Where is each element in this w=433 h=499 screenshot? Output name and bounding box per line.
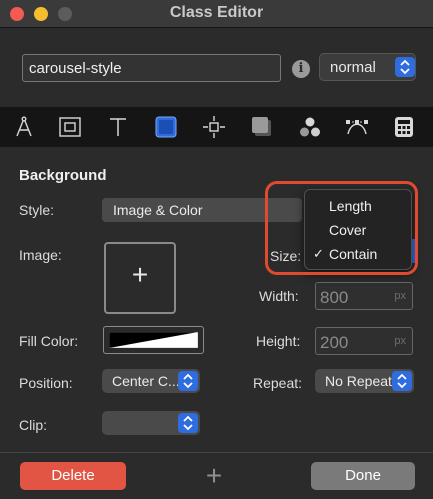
menu-item-cover[interactable]: Cover (305, 219, 413, 241)
width-value: 800 (320, 288, 349, 307)
chevron-updown-icon (395, 57, 415, 77)
typography-icon[interactable] (106, 115, 130, 139)
menu-item-label: Cover (329, 222, 367, 238)
chevron-updown-icon (178, 413, 198, 433)
clip-select[interactable] (102, 411, 200, 435)
image-label: Image: (19, 247, 62, 263)
class-editor-window: Class Editor i normal (0, 0, 433, 499)
style-select[interactable]: Image & Color (102, 198, 302, 222)
chevron-updown-icon (392, 371, 412, 391)
height-label: Height: (256, 333, 301, 349)
width-input[interactable]: 800 px (315, 282, 413, 310)
background-icon[interactable] (154, 115, 178, 139)
menu-item-length[interactable]: Length (305, 195, 413, 217)
class-header: i normal (0, 29, 433, 107)
box-model-icon[interactable] (58, 115, 82, 139)
style-label: Style: (19, 202, 55, 218)
checkmark-icon: ✓ (313, 246, 324, 261)
fill-color-swatch[interactable] (103, 326, 204, 354)
width-unit: px (394, 290, 406, 302)
done-button[interactable]: Done (311, 462, 415, 490)
transform-icon[interactable] (345, 115, 369, 139)
state-select[interactable]: normal (319, 53, 416, 81)
height-input[interactable]: 200 px (315, 327, 413, 355)
position-select[interactable]: Center C... (102, 369, 200, 393)
compass-icon[interactable] (12, 115, 36, 139)
add-icon[interactable]: + (201, 462, 227, 490)
size-label: Size: (270, 248, 302, 264)
border-icon[interactable] (250, 115, 274, 139)
chevron-updown-icon (178, 371, 198, 391)
clip-label: Clip: (19, 417, 48, 433)
class-name-input[interactable] (22, 54, 281, 82)
effects-icon[interactable] (298, 115, 322, 139)
repeat-select-value: No Repeat (325, 373, 392, 389)
inspector-toolbar (0, 107, 433, 147)
title-bar[interactable]: Class Editor (0, 0, 433, 28)
fill-color-label: Fill Color: (19, 333, 79, 349)
image-picker[interactable]: + (104, 242, 176, 314)
position-select-value: Center C... (112, 373, 180, 389)
repeat-select[interactable]: No Repeat (315, 369, 414, 393)
info-icon[interactable]: i (292, 60, 310, 78)
position-label: Position: (19, 375, 73, 391)
delete-button[interactable]: Delete (20, 462, 126, 490)
menu-item-contain[interactable]: ✓ Contain (305, 243, 413, 265)
state-select-value: normal (330, 59, 376, 76)
window-title: Class Editor (169, 4, 264, 21)
menu-item-label: Contain (329, 246, 378, 262)
size-dropdown-menu: Length Cover ✓ Contain (304, 189, 412, 270)
repeat-label: Repeat: (253, 375, 303, 391)
plus-icon: + (131, 259, 149, 290)
footer-bar: Delete + Done (0, 452, 433, 499)
calculator-icon[interactable] (392, 115, 416, 139)
menu-item-label: Length (329, 198, 372, 214)
height-unit: px (394, 335, 406, 347)
position-icon[interactable] (202, 115, 226, 139)
section-title: Background (19, 167, 107, 184)
height-value: 200 (320, 333, 349, 352)
width-label: Width: (259, 288, 299, 304)
style-select-value: Image & Color (113, 202, 203, 218)
